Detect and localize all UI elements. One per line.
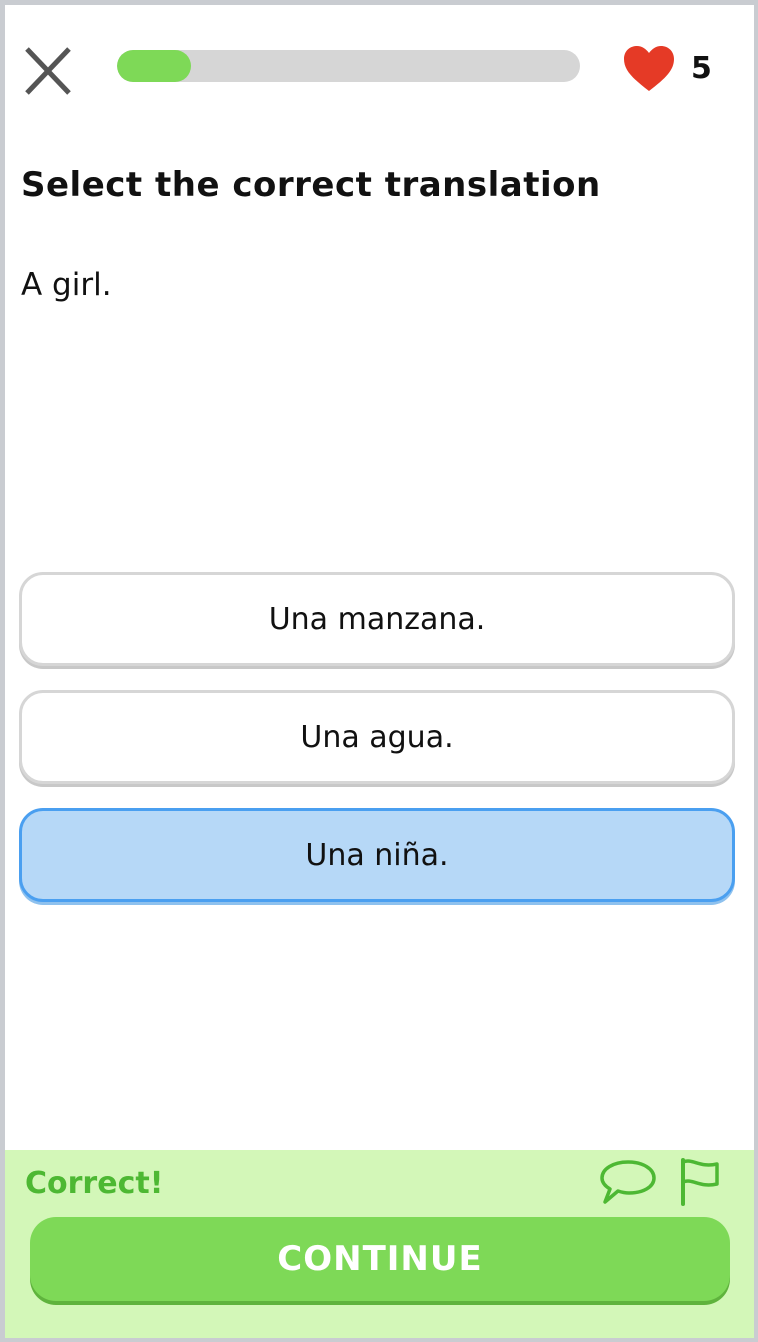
continue-button[interactable]: CONTINUE [30, 1217, 730, 1301]
lesson-progress-fill [117, 50, 192, 82]
answer-option[interactable]: Una manzana. [19, 572, 735, 666]
close-x-icon [25, 47, 71, 95]
flag-icon [681, 1158, 719, 1206]
answer-option[interactable]: Una agua. [19, 690, 735, 784]
exercise-prompt: A girl. [21, 267, 112, 303]
report-button[interactable] [677, 1156, 721, 1206]
feedback-status: Correct! [25, 1166, 164, 1201]
feedback-panel: Correct! CONTINUE [5, 1150, 754, 1338]
close-button[interactable] [23, 47, 73, 97]
answer-option-selected[interactable]: Una niña. [19, 808, 735, 902]
hearts-count: 5 [691, 51, 712, 86]
speech-bubble-icon [600, 1160, 656, 1204]
lesson-screen: 5 Select the correct translation A girl.… [5, 5, 754, 1338]
exercise-instruction: Select the correct translation [21, 165, 601, 205]
heart-icon [624, 46, 674, 91]
lesson-progress-bar [117, 50, 580, 82]
comment-button[interactable] [599, 1158, 657, 1206]
